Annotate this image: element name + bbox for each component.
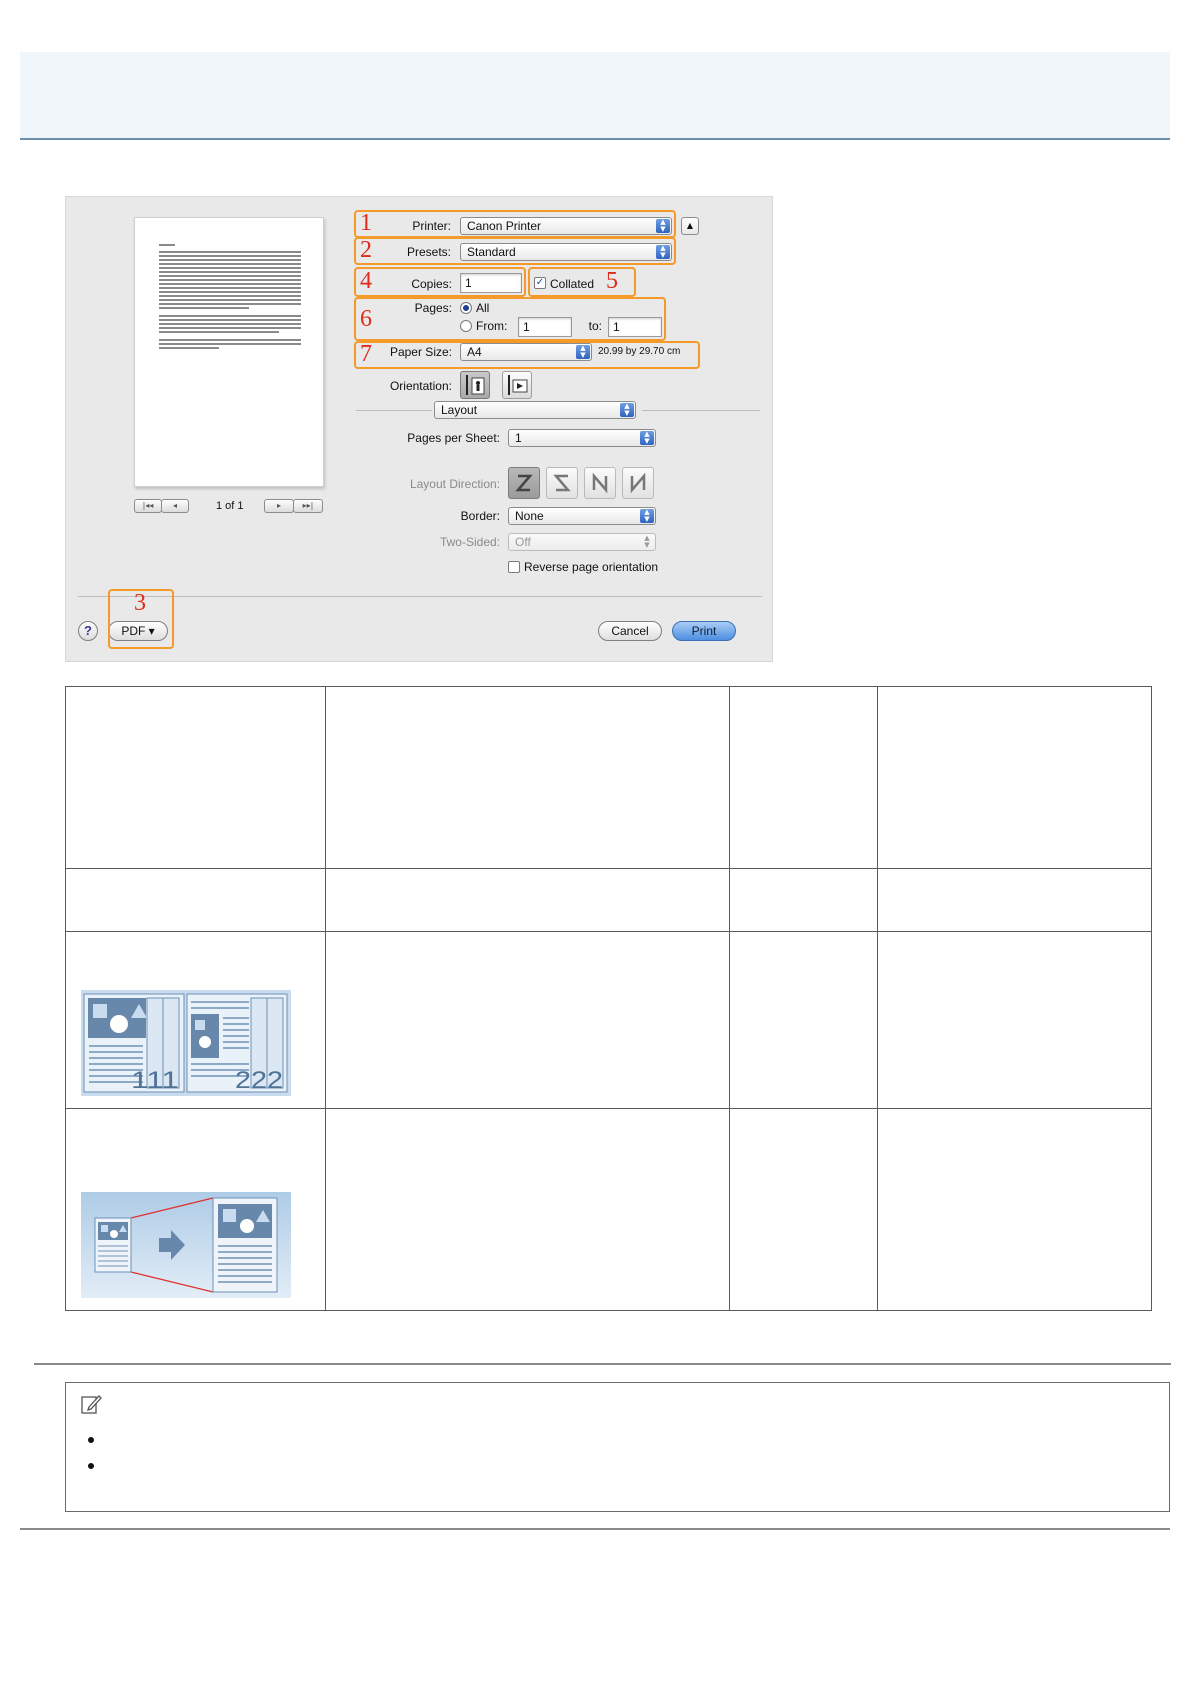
print-dialog-screenshot: |◂◂ ◂ 1 of 1 ▸ ▸▸| Printer: Canon Printe… — [65, 196, 773, 662]
layout-direction-label: Layout Direction: — [409, 477, 500, 491]
note-bullet — [88, 1437, 94, 1443]
portrait-icon — [466, 375, 485, 395]
popup-arrows-icon: ▲ ▼ — [620, 403, 634, 417]
callout-box-pages — [354, 297, 666, 341]
note-bullet — [88, 1463, 94, 1469]
two-sided-label: Two-Sided: — [439, 535, 500, 549]
popup-arrows-icon: ▲ ▼ — [640, 431, 654, 445]
border-label: Border: — [460, 509, 500, 523]
expand-dialog-button[interactable]: ▲ — [681, 217, 699, 235]
table-cell — [729, 868, 878, 932]
layout-n-icon — [592, 472, 608, 494]
table-cell — [877, 868, 1152, 932]
callout-number-5: 5 — [606, 268, 618, 294]
layout-reverse-z-icon — [553, 474, 571, 492]
border-value: None — [515, 509, 544, 523]
table-cell — [877, 1108, 1152, 1311]
first-page-button[interactable]: |◂◂ — [134, 499, 162, 513]
enlarge-scale-illustration — [81, 1192, 291, 1298]
layout-direction-s-button[interactable] — [546, 467, 578, 499]
callout-box-presets — [354, 237, 676, 265]
note-box — [65, 1382, 1170, 1512]
callout-box-printer — [354, 210, 676, 238]
callout-number-3: 3 — [134, 590, 146, 616]
table-cell: 111 222 — [65, 931, 326, 1109]
table-cell — [65, 868, 326, 932]
popup-arrows-icon: ▲ ▼ — [640, 509, 654, 523]
callout-number-7: 7 — [360, 341, 372, 367]
disclosure-up-icon: ▲ — [686, 221, 694, 230]
collate-set-1-numbers: 111 — [131, 1067, 179, 1094]
callout-number-4: 4 — [360, 268, 372, 294]
layout-direction-n-button[interactable] — [584, 467, 616, 499]
print-preview-page — [134, 217, 324, 487]
pages-per-sheet-select[interactable]: 1 ▲ ▼ — [508, 429, 656, 447]
table-cell — [729, 1108, 878, 1311]
callout-number-6: 6 — [360, 306, 372, 332]
settings-table: 111 222 — [65, 686, 1152, 1311]
next-page-button[interactable]: ▸ — [264, 499, 294, 513]
table-cell — [325, 1108, 730, 1311]
two-sided-select[interactable]: Off ▲ ▼ — [508, 533, 656, 551]
table-cell — [877, 686, 1152, 869]
help-button[interactable]: ? — [78, 621, 98, 641]
table-cell — [65, 1108, 326, 1311]
previous-page-button[interactable]: ◂ — [161, 499, 189, 513]
reverse-orientation-checkbox[interactable] — [508, 561, 520, 573]
portrait-orientation-button[interactable] — [460, 371, 490, 399]
pages-per-sheet-value: 1 — [515, 431, 522, 445]
layout-direction-reverse-n-button[interactable] — [622, 467, 654, 499]
table-row — [65, 1108, 1152, 1311]
page-count: 1 of 1 — [216, 500, 244, 512]
table-row: 111 222 — [65, 931, 1152, 1109]
table-cell — [325, 686, 730, 869]
callout-number-1: 1 — [360, 210, 372, 236]
header-band — [20, 52, 1170, 140]
footer-divider — [20, 1528, 1170, 1530]
layout-z-icon — [515, 474, 533, 492]
callout-box-collated — [528, 267, 636, 297]
landscape-orientation-button[interactable] — [502, 371, 532, 399]
table-cell — [325, 931, 730, 1109]
table-cell — [65, 686, 326, 869]
table-cell — [325, 868, 730, 932]
table-cell — [729, 686, 878, 869]
pages-per-sheet-label: Pages per Sheet: — [407, 431, 500, 445]
table-cell — [877, 931, 1152, 1109]
layout-reverse-n-icon — [630, 472, 646, 494]
cancel-button[interactable]: Cancel — [598, 621, 662, 641]
popup-arrows-icon: ▲ ▼ — [644, 534, 650, 549]
section-divider — [34, 1363, 1171, 1365]
collate-set-2-numbers: 222 — [235, 1067, 283, 1094]
callout-box-paper-size — [354, 341, 700, 369]
landscape-icon — [508, 375, 528, 395]
note-pencil-icon — [81, 1395, 102, 1414]
orientation-label: Orientation: — [389, 379, 452, 393]
print-section-select[interactable]: Layout ▲ ▼ — [434, 401, 636, 419]
collate-illustration: 111 222 — [81, 990, 291, 1096]
print-button[interactable]: Print — [672, 621, 736, 641]
print-section-value: Layout — [441, 403, 478, 417]
layout-direction-z-button[interactable] — [508, 467, 540, 499]
two-sided-value: Off — [515, 535, 531, 549]
last-page-button[interactable]: ▸▸| — [293, 499, 323, 513]
table-row — [65, 868, 1152, 932]
table-row — [65, 686, 1152, 869]
callout-number-2: 2 — [360, 237, 372, 263]
border-select[interactable]: None ▲ ▼ — [508, 507, 656, 525]
reverse-orientation-label: Reverse page orientation — [524, 560, 659, 574]
table-cell — [729, 931, 878, 1109]
callout-box-copies — [354, 267, 526, 297]
